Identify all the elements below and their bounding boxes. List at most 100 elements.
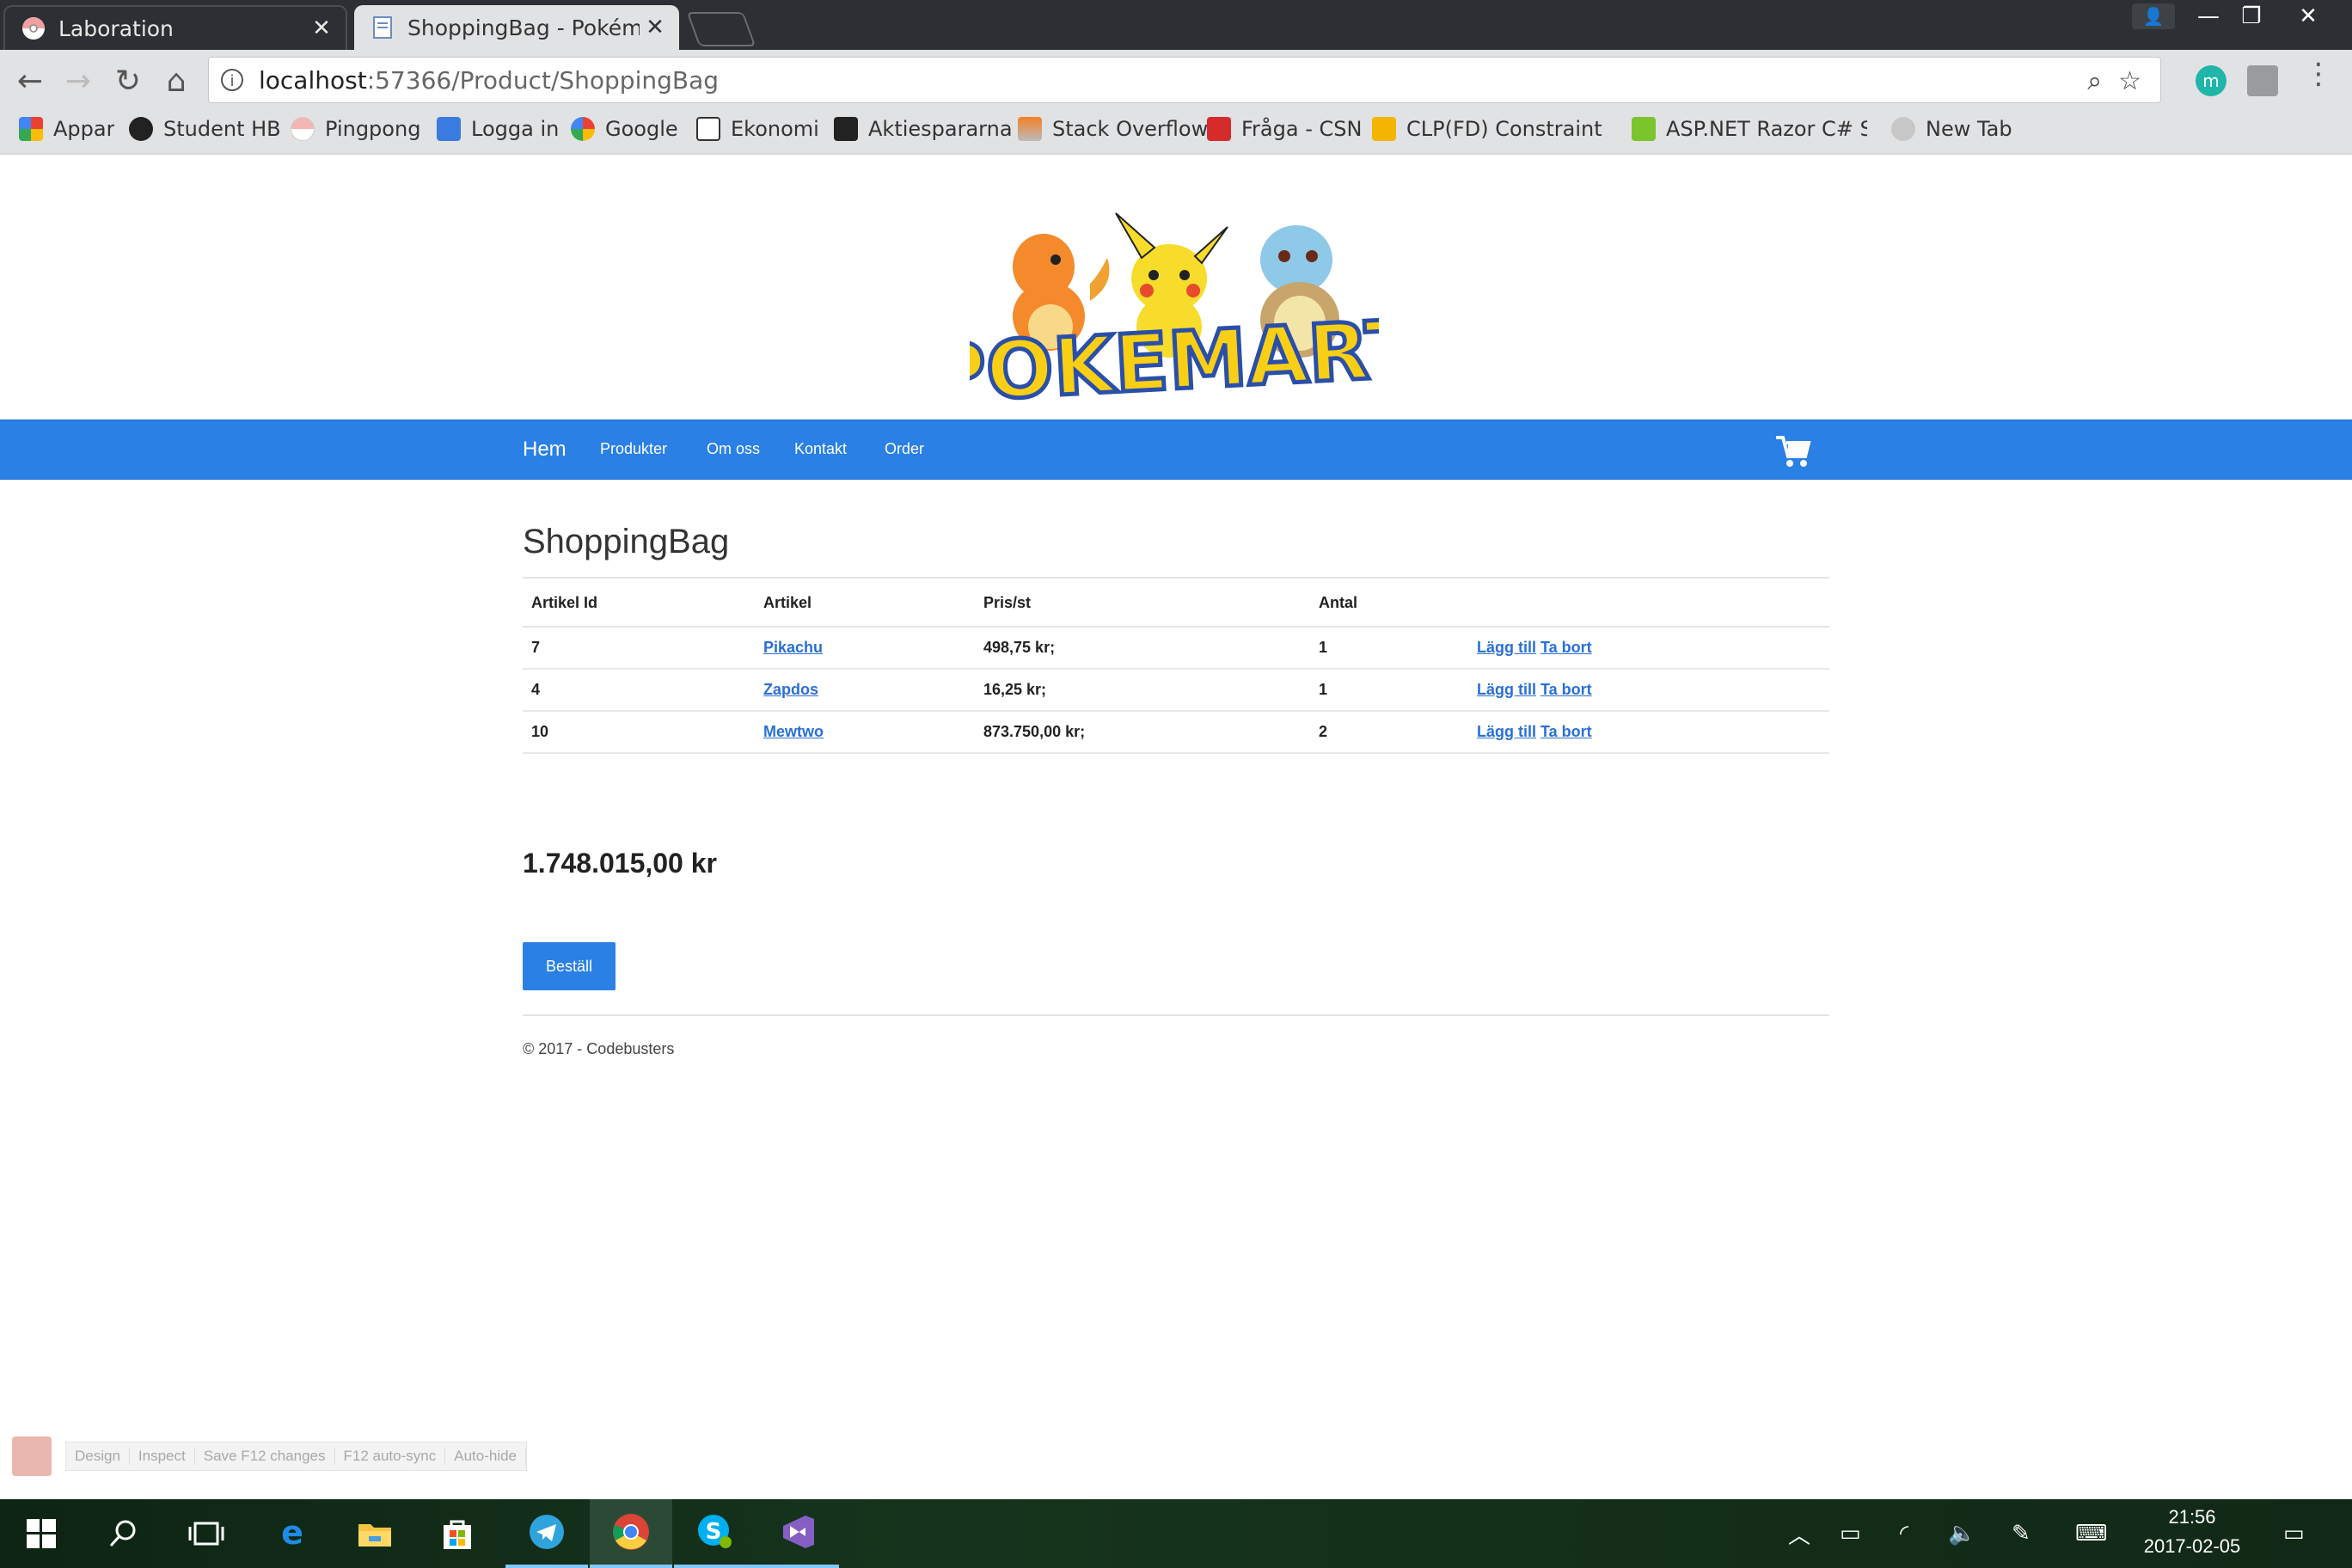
column-header: Antal — [1310, 579, 1468, 628]
telegram-icon[interactable] — [505, 1499, 588, 1568]
minimize-button[interactable]: — — [2187, 0, 2230, 33]
restore-button[interactable]: ❐ — [2230, 0, 2273, 33]
title-divider — [523, 577, 1829, 579]
clock-time: 21:56 — [2168, 1506, 2216, 1528]
bookmark-csn[interactable]: Fråga - CSN — [1207, 112, 1362, 146]
shopping-cart-icon[interactable] — [1774, 434, 1812, 469]
bookmark-new-tab[interactable]: New Tab — [1891, 112, 2012, 146]
unit-price: 16,25 kr; — [975, 669, 1310, 712]
zoom-icon[interactable]: ⌕ — [2087, 66, 2102, 96]
bookmark-appar[interactable]: Appar — [19, 112, 114, 146]
keyboard-icon[interactable]: ⌨ — [2075, 1499, 2108, 1568]
f12-auto-sync-toggle[interactable]: F12 auto-sync — [335, 1448, 446, 1465]
bookmark-student-hb[interactable]: Student HB — [129, 112, 281, 146]
chrome-icon[interactable] — [590, 1499, 672, 1568]
nav-link-order[interactable]: Order — [885, 440, 924, 458]
nav-link-kontakt[interactable]: Kontakt — [794, 440, 847, 458]
column-header: Artikel — [755, 579, 975, 628]
bookmark-label: Pingpong — [325, 117, 421, 141]
apps-grid-icon — [19, 117, 43, 141]
save-f12-changes-button[interactable]: Save F12 changes — [195, 1448, 335, 1465]
article-link[interactable]: Mewtwo — [763, 723, 824, 740]
browser-toolbar: ← → ↻ ⌂ i localhost:57366/Product/Shoppi… — [0, 50, 2352, 112]
order-button[interactable]: Beställ — [523, 942, 616, 990]
new-tab-button[interactable] — [686, 12, 756, 46]
user-profile-icon[interactable]: 👤 — [2132, 3, 2175, 29]
bookmark-asp-net[interactable]: ASP.NET Razor C# Syn — [1632, 112, 1867, 146]
back-icon[interactable]: ← — [7, 58, 53, 105]
column-header: Artikel Id — [523, 579, 755, 628]
article-id: 7 — [523, 627, 755, 670]
clock-date: 2017-02-05 — [2143, 1535, 2241, 1557]
pen-icon[interactable]: ✎ — [2012, 1499, 2030, 1568]
visual-studio-icon[interactable] — [756, 1499, 839, 1568]
edge-icon[interactable]: e — [251, 1499, 334, 1568]
article-link[interactable]: Pikachu — [763, 639, 823, 656]
add-item-link[interactable]: Lägg till — [1477, 639, 1536, 656]
windows-taskbar: e S ︿ ▭ ◜ 🔈 ✎ ⌨ 21:56 2017-02-05 ▭ — [0, 1499, 2352, 1568]
bookmark-label: ASP.NET Razor C# Syn — [1666, 117, 1867, 141]
skype-icon[interactable]: S — [674, 1499, 756, 1568]
bookmark-clp[interactable]: CLP(FD) Constraint Lo — [1372, 112, 1608, 146]
bookmark-stack-overflow[interactable]: Stack Overflow — [1018, 112, 1208, 146]
site-navbar: Hem Produkter Om oss Kontakt Order — [0, 420, 2352, 480]
bookmark-pingpong[interactable]: Pingpong — [291, 112, 420, 146]
add-item-link[interactable]: Lägg till — [1477, 681, 1536, 698]
inspect-button[interactable]: Inspect — [130, 1448, 195, 1465]
windows-logo-icon — [27, 1519, 56, 1548]
file-explorer-icon[interactable] — [334, 1499, 416, 1568]
url-path: :57366/Product/ShoppingBag — [366, 65, 720, 95]
bookmark-label: Stack Overflow — [1052, 117, 1209, 141]
column-header: Pris/st — [975, 579, 1310, 628]
bookmark-aktiespararna[interactable]: Aktiespararna — [834, 112, 1013, 146]
pokemart-logo[interactable]: POKEMART — [970, 206, 1379, 406]
people-icon — [437, 117, 461, 141]
bookmark-google[interactable]: Google — [571, 112, 678, 146]
svg-text:e: e — [281, 1516, 303, 1551]
tab-laboration[interactable]: Laboration ✕ — [3, 5, 347, 50]
extension-m-icon[interactable]: m — [2196, 65, 2226, 96]
nav-brand-hem[interactable]: Hem — [523, 438, 567, 462]
volume-icon[interactable]: 🔈 — [1948, 1499, 1975, 1568]
auto-hide-toggle[interactable]: Auto-hide — [445, 1448, 527, 1465]
battery-icon[interactable]: ▭ — [1840, 1499, 1861, 1568]
taskbar-clock[interactable]: 21:56 2017-02-05 — [2132, 1506, 2252, 1558]
bookmark-star-icon[interactable]: ☆ — [2118, 66, 2141, 96]
quantity: 2 — [1310, 711, 1468, 754]
close-window-button[interactable]: ✕ — [2278, 0, 2338, 33]
reload-icon[interactable]: ↻ — [105, 58, 151, 105]
visual-studio-icon[interactable] — [12, 1436, 52, 1476]
show-hidden-icons[interactable]: ︿ — [1788, 1499, 1810, 1568]
remove-item-link[interactable]: Ta bort — [1540, 639, 1592, 656]
pokeball-icon — [291, 117, 315, 141]
address-bar[interactable]: i localhost:57366/Product/ShoppingBag ⌕ … — [208, 57, 2161, 103]
store-icon[interactable] — [416, 1499, 499, 1568]
newtab-icon — [1891, 117, 1915, 141]
article-link[interactable]: Zapdos — [763, 681, 818, 698]
nav-link-produkter[interactable]: Produkter — [600, 440, 667, 458]
close-icon[interactable]: ✕ — [306, 15, 337, 41]
article-id: 10 — [523, 711, 755, 754]
extension-pdf-icon[interactable] — [2247, 65, 2278, 96]
asp-icon — [1632, 117, 1656, 141]
add-item-link[interactable]: Lägg till — [1477, 723, 1536, 740]
tab-shoppingbag[interactable]: ShoppingBag - Pokémon ✕ — [354, 5, 679, 50]
action-center-icon[interactable]: ▭ — [2283, 1499, 2305, 1568]
page-top-border — [0, 153, 2352, 155]
remove-item-link[interactable]: Ta bort — [1540, 681, 1592, 698]
menu-icon[interactable]: ⋮ — [2304, 57, 2333, 91]
close-icon[interactable]: ✕ — [640, 15, 671, 40]
search-icon[interactable] — [83, 1499, 165, 1568]
bookmark-ekonomi[interactable]: Ekonomi — [696, 112, 819, 146]
task-view-icon[interactable] — [165, 1499, 248, 1568]
design-button[interactable]: Design — [66, 1448, 130, 1465]
home-icon[interactable]: ⌂ — [153, 58, 199, 105]
bookmark-logga-in[interactable]: Logga in — [437, 112, 559, 146]
start-icon[interactable] — [0, 1499, 83, 1568]
info-icon[interactable]: i — [221, 69, 243, 91]
wifi-icon[interactable]: ◜ — [1900, 1499, 1908, 1568]
footer-divider — [523, 1014, 1829, 1016]
nav-link-om-oss[interactable]: Om oss — [707, 440, 760, 458]
forward-icon[interactable]: → — [55, 58, 101, 105]
remove-item-link[interactable]: Ta bort — [1540, 723, 1592, 740]
